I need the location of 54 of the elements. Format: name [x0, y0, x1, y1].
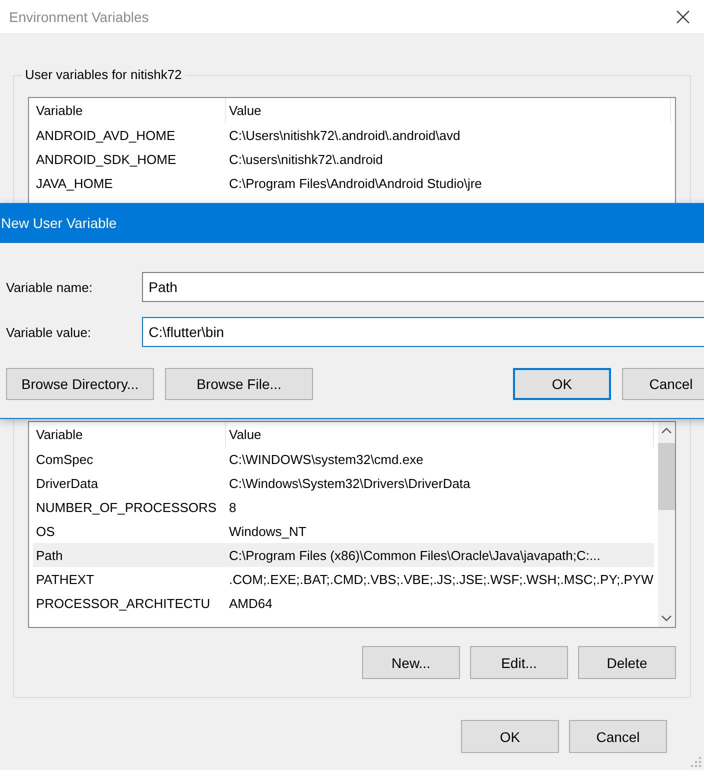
variable-value: C:\Program Files (x86)\Common Files\Oracle\Java\javapath;C:... [228, 548, 602, 562]
variable-name: Path [35, 548, 64, 562]
variable-name: ComSpec [35, 452, 94, 466]
variable-value: 8 [228, 500, 238, 514]
variable-row[interactable]: ANDROID_SDK_HOME C:\users\nitishk72\.android [33, 147, 671, 171]
variable-value: C:\Program Files\Android\Android Studio\jre [228, 176, 483, 190]
variable-row[interactable]: OS Windows_NT [33, 519, 654, 543]
dialog-title: New User Variable [1, 215, 117, 231]
dialog-button[interactable]: OK [461, 720, 559, 753]
column-header[interactable]: Variable [33, 422, 226, 447]
browse-button[interactable]: Browse Directory... [6, 368, 154, 400]
column-header[interactable]: Value [226, 422, 654, 447]
variable-name: ANDROID_AVD_HOME [35, 128, 176, 142]
column-header[interactable]: Value [226, 98, 671, 123]
list-action-button[interactable]: Delete [578, 646, 676, 679]
variable-row[interactable]: DriverData C:\Windows\System32\Drivers\DriverData [33, 471, 654, 495]
variable-name: JAVA_HOME [35, 176, 114, 190]
variable-row[interactable]: PROCESSOR_ARCHITECTU AMD64 [33, 591, 654, 615]
variable-name: PROCESSOR_ARCHITECTU [35, 596, 212, 610]
column-header[interactable]: Variable [33, 98, 226, 123]
variable-value: .COM;.EXE;.BAT;.CMD;.VBS;.VBE;.JS;.JSE;.WSF;.WSH;.MSC;.PY;.PYW [228, 572, 654, 586]
variable-row[interactable]: NUMBER_OF_PROCESSORS 8 [33, 495, 654, 519]
variable-row[interactable]: ComSpec C:\WINDOWS\system32\cmd.exe [33, 447, 654, 471]
group-title: User variables for nitishk72 [22, 67, 185, 82]
field-label: Variable name: [6, 280, 94, 294]
variable-value: Windows_NT [228, 524, 308, 538]
scroll-thumb[interactable] [658, 443, 675, 510]
variable-name: OS [35, 524, 56, 538]
variable-value: C:\Users\nitishk72\.android\.android\avd [228, 128, 462, 142]
variable-name: PATHEXT [35, 572, 96, 586]
dialog-button[interactable]: Cancel [622, 368, 704, 400]
scrollbar[interactable] [658, 422, 675, 627]
variable-name: DriverData [35, 476, 100, 490]
variable-row[interactable]: Path C:\Program Files (x86)\Common Files\Oracle\Java\javapath;C:... [33, 543, 654, 567]
variable-row[interactable]: ANDROID_AVD_HOME C:\Users\nitishk72\.android\.android\avd [33, 123, 671, 147]
variable-value: C:\Windows\System32\Drivers\DriverData [228, 476, 472, 490]
variable-row[interactable]: JAVA_HOME C:\Program Files\Android\Android Studio\jre [33, 171, 671, 195]
dialog-button[interactable]: OK [513, 368, 611, 400]
variable-value: AMD64 [228, 596, 274, 610]
input-field[interactable]: Path [142, 272, 704, 302]
browse-button[interactable]: Browse File... [165, 368, 313, 400]
list-action-button[interactable]: New... [362, 646, 460, 679]
field-label: Variable value: [6, 324, 92, 340]
variable-name: ANDROID_SDK_HOME [35, 152, 178, 166]
variable-row[interactable]: PATHEXT .COM;.EXE;.BAT;.CMD;.VBS;.VBE;.JS;.JSE;.WSF;.WSH;.MSC;.PY;.PYW [33, 567, 654, 591]
input-field[interactable]: C:\flutter\bin [142, 317, 704, 347]
list-action-button[interactable]: Edit... [470, 646, 568, 679]
close-icon[interactable] [676, 10, 690, 24]
dialog-button[interactable]: Cancel [569, 720, 667, 753]
variable-value: C:\WINDOWS\system32\cmd.exe [228, 452, 424, 466]
window-title: Environment Variables [9, 8, 149, 24]
variable-name: NUMBER_OF_PROCESSORS [35, 500, 218, 514]
variable-value: C:\users\nitishk72\.android [228, 152, 384, 166]
resize-grip-icon[interactable] [690, 756, 702, 768]
